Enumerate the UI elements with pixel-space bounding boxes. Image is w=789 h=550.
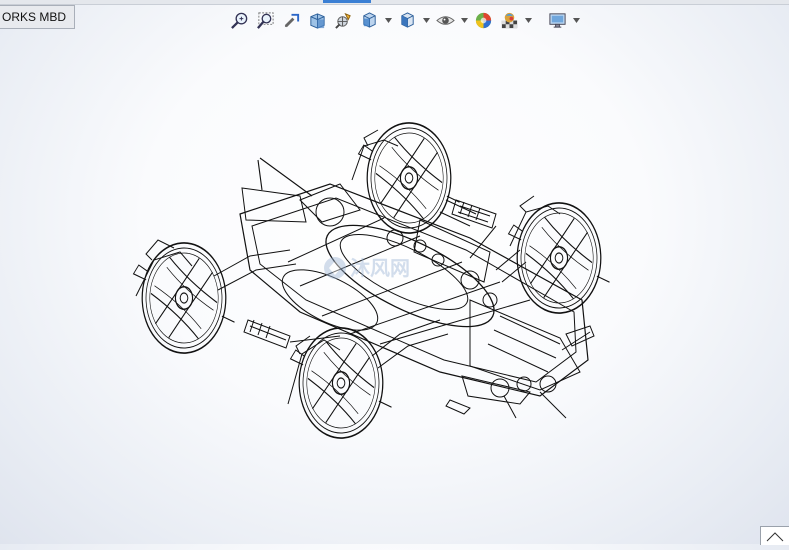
watermark-text: 沐风网 (350, 256, 410, 280)
solidworks-graphics-area: { "tabs": { "active_label": "ORKS MBD" }… (0, 0, 789, 545)
rotor-rear-right (502, 184, 616, 332)
rotor-front-right-bracket (287, 335, 341, 405)
watermark-logo: 沐风网 (324, 256, 410, 280)
reference-triad-corner[interactable] (760, 526, 789, 545)
triad-icon (766, 532, 784, 542)
assembly-wireframe-model[interactable]: 沐风网 (0, 0, 789, 544)
annotation-plates (243, 199, 497, 415)
main-fuselage (239, 157, 595, 419)
rotor-front-left (127, 224, 241, 372)
